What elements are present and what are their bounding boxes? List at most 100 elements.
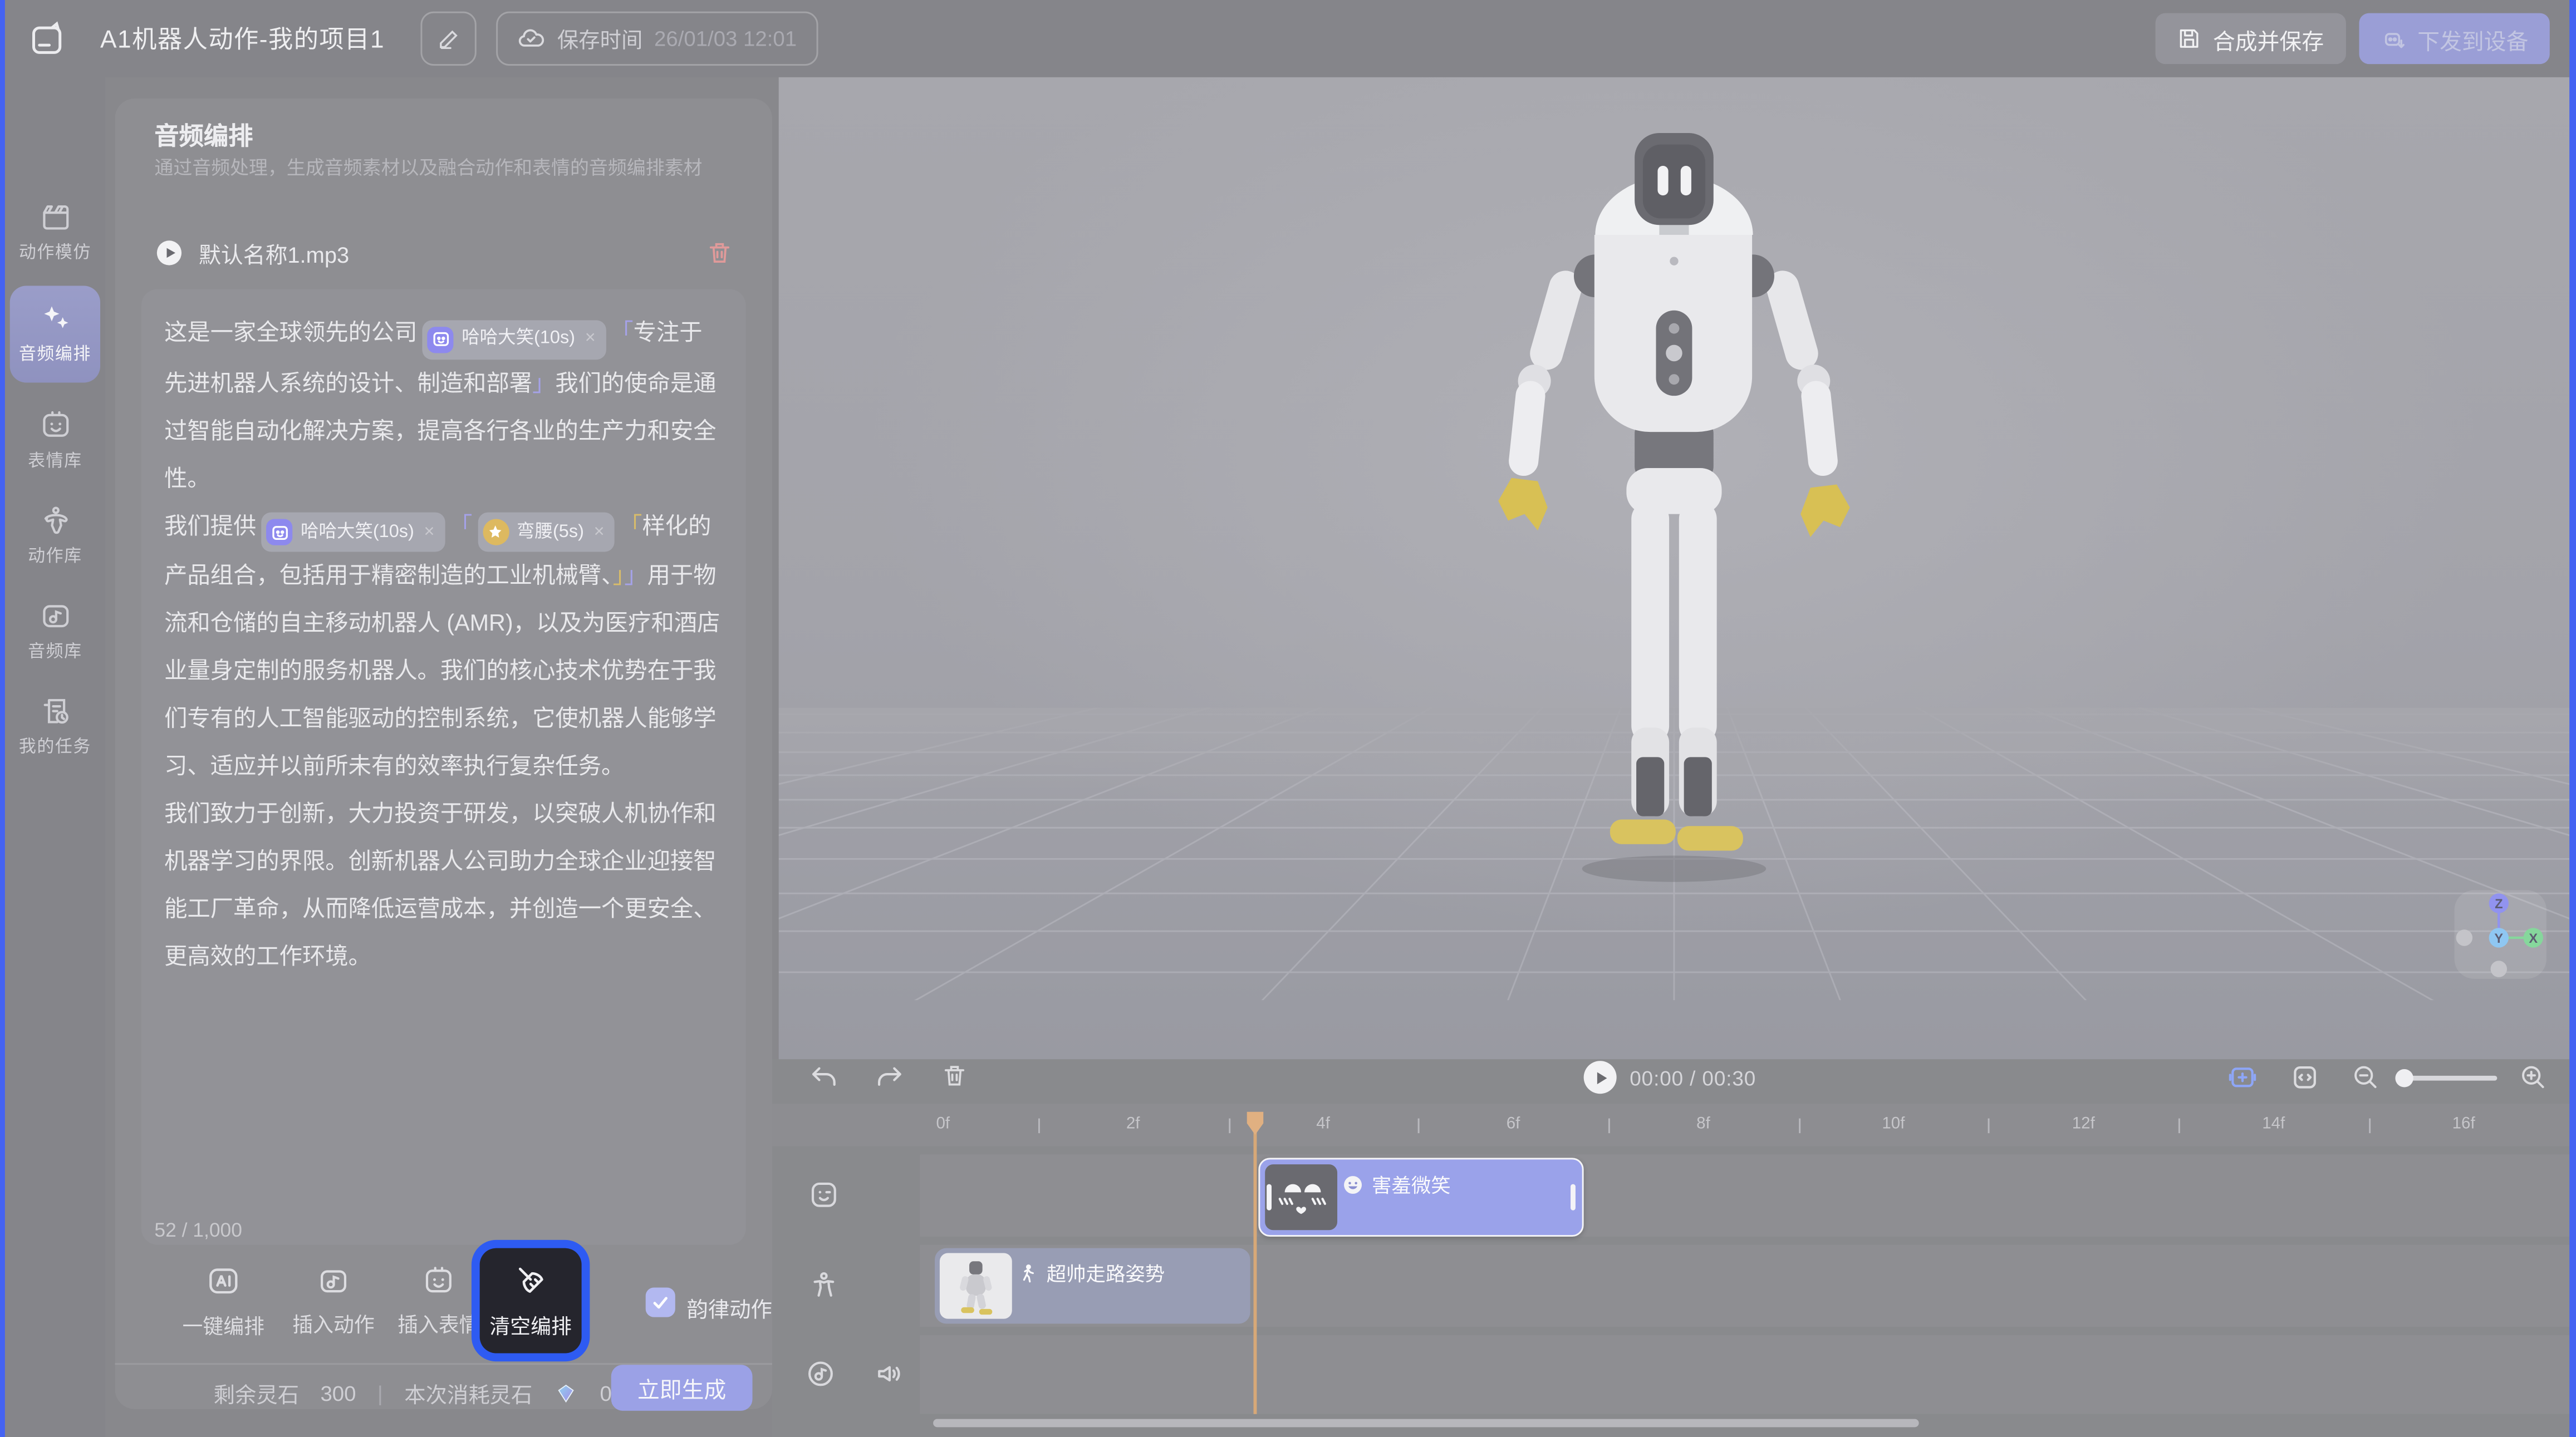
- expression-clip-thumbnail: [1265, 1164, 1337, 1230]
- synthesize-save-button[interactable]: 合成并保存: [2156, 13, 2346, 64]
- playhead-handle[interactable]: [1245, 1110, 1265, 1136]
- action-button-2[interactable]: 插入动作: [279, 1252, 388, 1350]
- axis-neg-z-handle[interactable]: [2491, 961, 2508, 977]
- sidebar-item-3[interactable]: 表情库: [10, 409, 100, 473]
- project-title: A1机器人动作-我的项目1: [100, 21, 385, 56]
- axis-y-handle[interactable]: Y: [2489, 928, 2509, 947]
- action-button-label: 插入表情: [398, 1306, 480, 1337]
- motion-clip[interactable]: 超帅走路姿势: [935, 1248, 1250, 1324]
- view-axis-gizmo[interactable]: Z Y X: [2455, 890, 2546, 978]
- motion-clip-label: 超帅走路姿势: [1017, 1259, 1165, 1287]
- rhythm-checkbox[interactable]: [646, 1287, 675, 1317]
- playhead-line[interactable]: [1254, 1131, 1256, 1414]
- ruler-label: 14f: [2262, 1115, 2285, 1133]
- timeline-ruler[interactable]: 0f2f4f6f8f10f12f14f16f: [772, 1104, 2576, 1146]
- play-audio-icon[interactable]: [154, 238, 184, 268]
- cost-label: 本次消耗灵石: [404, 1378, 532, 1409]
- editor-text-run: 用于物流和仓储的自主移动机器人 (AMR)，以及为医疗和酒店业量身定制的服务机器…: [164, 562, 720, 779]
- sidebar-item-2[interactable]: 音频编排: [10, 286, 100, 382]
- redo-button[interactable]: [876, 1062, 904, 1090]
- editor-paragraph: 我们提供哈哈大笑(10s)×「弯腰(5s)×「样化的产品组合，包括用于精密制造的…: [164, 501, 723, 790]
- sidebar-item-label: 动作模仿: [19, 240, 91, 264]
- tag-label: 弯腰(5s): [517, 508, 584, 556]
- deploy-to-device-button[interactable]: 下发到设备: [2358, 13, 2550, 64]
- mute-track-icon[interactable]: [874, 1358, 905, 1389]
- axis-x-handle[interactable]: X: [2524, 928, 2543, 947]
- axis-z-handle[interactable]: Z: [2489, 893, 2509, 913]
- ai-icon: [205, 1262, 242, 1298]
- delete-clip-button[interactable]: [941, 1062, 969, 1090]
- panel-footer: 剩余灵石 300 | 本次消耗灵石 0 立即生成: [115, 1363, 772, 1411]
- zoom-slider-handle[interactable]: [2395, 1069, 2413, 1087]
- smile-face-icon: [1342, 1174, 1363, 1195]
- tag-remove-icon[interactable]: ×: [585, 316, 596, 363]
- top-bar: A1机器人动作-我的项目1 保存时间 26/01/03 12:01 合成并保存: [5, 0, 2569, 77]
- timeline-horizontal-scrollbar[interactable]: [933, 1419, 1919, 1428]
- action-tag[interactable]: 弯腰(5s)×: [477, 513, 614, 552]
- face-icon: [38, 409, 71, 442]
- expression-clip[interactable]: 害羞微笑: [1258, 1158, 1583, 1237]
- action-button-4[interactable]: 清空编排: [480, 1248, 582, 1354]
- app-logo-icon: [28, 19, 67, 58]
- robot-model: [779, 77, 2569, 1060]
- sidebar-item-5[interactable]: 音频库: [10, 599, 100, 663]
- audio-lane[interactable]: [920, 1335, 2575, 1414]
- timeline-zoom-slider[interactable]: [2398, 1076, 2497, 1081]
- expression-track-icon: [808, 1179, 840, 1210]
- 3d-viewport[interactable]: Z Y X: [779, 77, 2569, 1060]
- broom-icon: [513, 1262, 549, 1298]
- clip-trim-handle-right[interactable]: [1571, 1184, 1576, 1210]
- ruler-tick: [1418, 1119, 1420, 1134]
- editor-text-run: 我们提供: [164, 511, 256, 538]
- clip-trim-handle-left[interactable]: [1267, 1184, 1272, 1210]
- tag-remove-icon[interactable]: ×: [594, 508, 605, 556]
- sidebar-item-label: 动作库: [28, 544, 82, 568]
- generate-button[interactable]: 立即生成: [611, 1365, 753, 1411]
- expression-quote-mark: 「: [610, 318, 633, 345]
- save-time-label: 保存时间: [557, 23, 642, 54]
- expression-clip-label: 害羞微笑: [1342, 1171, 1451, 1199]
- ruler-label: 6f: [1507, 1115, 1520, 1133]
- editor-paragraph: 这是一家全球领先的公司哈哈大笑(10s)×「专注于先进机器人系统的设计、制造和部…: [164, 309, 723, 502]
- sidebar-item-1[interactable]: 动作模仿: [10, 200, 100, 264]
- editor-rich-text: 这是一家全球领先的公司哈哈大笑(10s)×「专注于先进机器人系统的设计、制造和部…: [164, 309, 723, 981]
- expression-tag[interactable]: 哈哈大笑(10s)×: [261, 513, 444, 552]
- editor-text-run: 这是一家全球领先的公司: [164, 318, 417, 345]
- sidebar-item-4[interactable]: 动作库: [10, 504, 100, 568]
- rename-button[interactable]: [421, 12, 477, 66]
- action-button-3[interactable]: 插入表情: [385, 1252, 493, 1350]
- ruler-label: 2f: [1126, 1115, 1140, 1133]
- motion-clip-thumbnail: [940, 1253, 1012, 1319]
- action-button-label: 清空编排: [489, 1308, 572, 1339]
- delete-audio-icon[interactable]: [706, 240, 733, 266]
- ruler-tick: [1798, 1119, 1800, 1134]
- undo-button[interactable]: [810, 1062, 838, 1090]
- action-button-label: 一键编排: [183, 1308, 265, 1339]
- face-icon: [422, 1264, 455, 1297]
- timeline-toolbar: 00:00 / 00:30: [772, 1059, 2576, 1102]
- ruler-tick: [1038, 1119, 1040, 1134]
- expression-lane[interactable]: [920, 1154, 2575, 1237]
- zoom-in-button[interactable]: [2519, 1062, 2546, 1090]
- expression-tag-icon: [427, 326, 453, 352]
- play-button[interactable]: [1584, 1061, 1617, 1094]
- action-quote-mark: 」: [613, 562, 625, 588]
- rhythm-checkbox-label: 韵律动作: [686, 1292, 772, 1323]
- sidebar-item-6[interactable]: 我的任务: [10, 695, 100, 759]
- script-editor[interactable]: 这是一家全球领先的公司哈哈大笑(10s)×「专注于先进机器人系统的设计、制造和部…: [141, 289, 746, 1244]
- action-button-1[interactable]: 一键编排: [169, 1252, 278, 1350]
- sparkle-icon: [38, 302, 71, 335]
- ruler-tick: [2368, 1119, 2370, 1134]
- clapper-icon: [38, 200, 71, 233]
- zoom-out-button[interactable]: [2351, 1062, 2379, 1090]
- audio-track-icon: [805, 1358, 836, 1389]
- axis-neg-x-handle[interactable]: [2456, 929, 2473, 946]
- insert-keyframe-button[interactable]: [2227, 1062, 2255, 1090]
- expression-tag-icon: [266, 519, 292, 545]
- editor-text-run: 我们致力于创新，大力投资于研发，以突破人机协作和机器学习的界限。创新机器人公司助…: [164, 800, 716, 969]
- character-counter: 52 / 1,000: [154, 1219, 242, 1242]
- fit-timeline-button[interactable]: [2290, 1062, 2318, 1090]
- sidebar-item-label: 我的任务: [19, 734, 91, 759]
- expression-tag[interactable]: 哈哈大笑(10s)×: [422, 319, 605, 359]
- tag-remove-icon[interactable]: ×: [424, 508, 435, 556]
